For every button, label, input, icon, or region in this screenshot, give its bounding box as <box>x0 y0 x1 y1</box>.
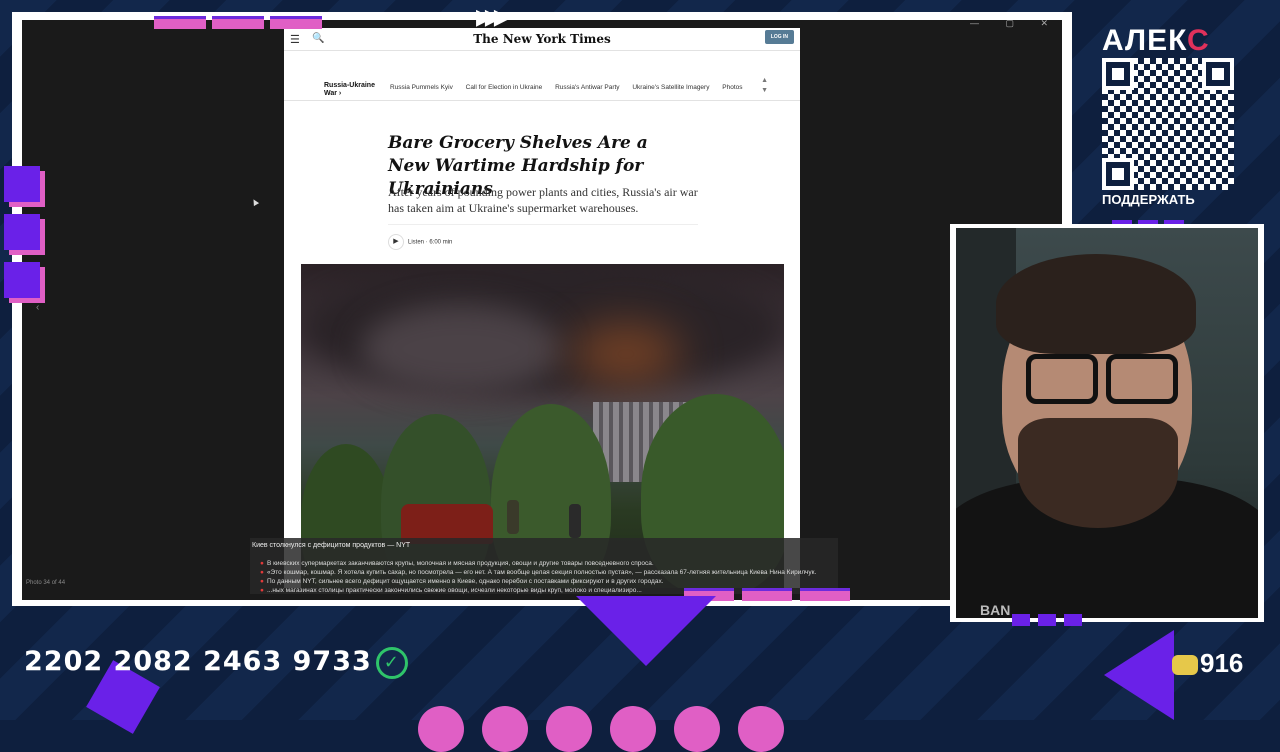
deco-square <box>4 166 40 202</box>
deco-square <box>4 214 40 250</box>
deco-bar <box>742 588 792 601</box>
deco-square <box>4 262 40 298</box>
deco-dot <box>674 706 720 752</box>
deco-triangle <box>576 596 716 666</box>
nyt-top-bar: ☰ 🔍 The New York Times LOG IN <box>284 28 800 51</box>
listen-button[interactable]: ▶ Listen · 6:00 min <box>388 234 452 250</box>
qr-eye <box>1102 158 1134 190</box>
check-icon: ✓ <box>375 646 408 679</box>
deco-bar <box>800 588 850 601</box>
photo-counter: Photo 34 of 44 <box>26 580 66 586</box>
fire-glow <box>571 324 681 384</box>
deco-dot <box>546 706 592 752</box>
card-number: 2202 2082 2463 9733 ✓ <box>24 646 408 679</box>
deco-dot <box>610 706 656 752</box>
deco-dot <box>418 706 464 752</box>
firefighter <box>507 500 519 534</box>
deco-block <box>1012 614 1030 626</box>
section-link[interactable]: Russia-Ukraine War › <box>324 82 384 98</box>
deco-bar <box>212 16 264 29</box>
webcam-feed: BAN <box>956 228 1258 618</box>
support-label: ПОДДЕРЖАТЬ <box>1102 192 1195 207</box>
nyt-logo[interactable]: The New York Times <box>284 32 800 46</box>
login-button[interactable]: LOG IN <box>764 30 794 44</box>
hair <box>996 254 1196 354</box>
firefighter <box>569 504 581 538</box>
qr-eye <box>1202 58 1234 90</box>
caption-line: ● По данным NYT, сильнее всего дефицит ощ… <box>260 578 664 585</box>
article-page: ☰ 🔍 The New York Times LOG IN Russia-Ukr… <box>284 28 800 588</box>
nav-link[interactable]: Ukraine's Satellite Imagery <box>632 84 709 91</box>
caption-title: Киев столкнулся с дефицитом продуктов — … <box>252 542 411 549</box>
play-icon[interactable]: ▶ <box>388 234 404 250</box>
deco-block <box>1064 614 1082 626</box>
nav-link[interactable]: Russia Pummels Kyiv <box>390 84 453 91</box>
glasses-icon <box>1106 354 1178 404</box>
deco-triangle <box>1104 630 1174 720</box>
nav-link[interactable]: Call for Election in Ukraine <box>466 84 543 91</box>
nav-link[interactable]: Russia's Antiwar Party <box>555 84 619 91</box>
smoke-cloud <box>361 304 561 394</box>
deco-dot <box>482 706 528 752</box>
section-nav: Russia-Ukraine War › Russia Pummels Kyiv… <box>284 74 800 101</box>
shirt-print: BAN <box>980 602 1011 618</box>
webcam-frame: BAN <box>950 224 1264 622</box>
previous-photo-arrow[interactable]: ‹ <box>36 302 39 313</box>
deco-bar <box>270 16 322 29</box>
nav-links: Russia Pummels Kyiv Call for Election in… <box>390 84 754 91</box>
article-summary: After years of pounding power plants and… <box>388 185 698 215</box>
qr-eye <box>1102 58 1134 90</box>
listen-label: Listen · 6:00 min <box>408 239 453 246</box>
caption-line: ● ...ных магазинах столицы практически за… <box>260 587 642 594</box>
deco-block <box>1038 614 1056 626</box>
news-caption-overlay: Киев столкнулся с дефицитом продуктов — … <box>250 538 838 594</box>
nav-scroll-arrows[interactable]: ▲ ▼ <box>761 76 768 96</box>
coin-icon <box>1172 655 1198 676</box>
deco-bar <box>154 16 206 29</box>
fast-forward-icon: ▶▶▶ <box>476 4 511 29</box>
glasses-icon <box>1026 354 1098 404</box>
nav-link[interactable]: Photos <box>722 84 742 91</box>
divider <box>388 224 698 225</box>
deco-dot <box>738 706 784 752</box>
viewer-counter: 916 <box>1172 648 1243 679</box>
donation-qr-code[interactable] <box>1102 58 1234 190</box>
beard <box>1018 418 1178 528</box>
caption-line: ● В киевских супермаркетах заканчиваются … <box>260 560 654 567</box>
caption-line: ● «Это кошмар, кошмар. Я хотела купить са… <box>260 569 817 576</box>
window-controls[interactable]: — ▢ ✕ <box>970 18 1060 29</box>
streamer-name: АЛЕКС <box>1102 24 1210 57</box>
